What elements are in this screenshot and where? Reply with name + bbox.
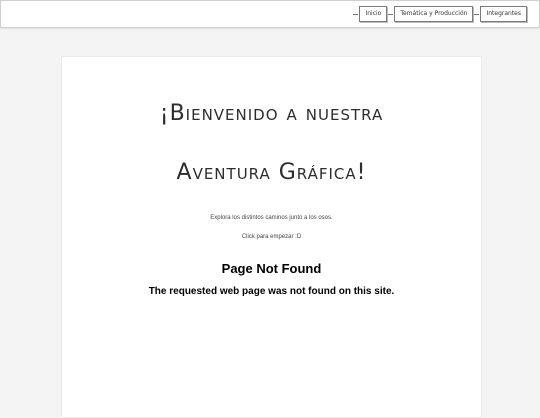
hero-title-line2: Aventura Gráfica! xyxy=(176,160,367,185)
nav-link-integrantes[interactable]: Integrantes xyxy=(480,6,527,22)
error-message: The requested web page was not found on … xyxy=(148,286,395,297)
content-card: ¡Bienvenido a nuestra Aventura Gráfica! … xyxy=(61,56,482,418)
hero-subtitle: Explora los distintos caminos junto a lo… xyxy=(210,215,333,221)
hero-title-line1: ¡Bienvenido a nuestra xyxy=(159,101,384,126)
start-link[interactable]: Click para empezar :D xyxy=(62,234,481,240)
nav-separator xyxy=(353,13,359,15)
nav-link-tematica[interactable]: Temática y Producción xyxy=(394,6,474,22)
nav-separator xyxy=(388,13,394,15)
nav-menu: Inicio Temática y Producción Integrantes xyxy=(352,6,527,22)
error-title: Page Not Found xyxy=(221,261,322,276)
nav-separator xyxy=(474,13,480,15)
nav-link-inicio[interactable]: Inicio xyxy=(359,6,388,22)
top-navbar: Inicio Temática y Producción Integrantes xyxy=(0,0,540,28)
